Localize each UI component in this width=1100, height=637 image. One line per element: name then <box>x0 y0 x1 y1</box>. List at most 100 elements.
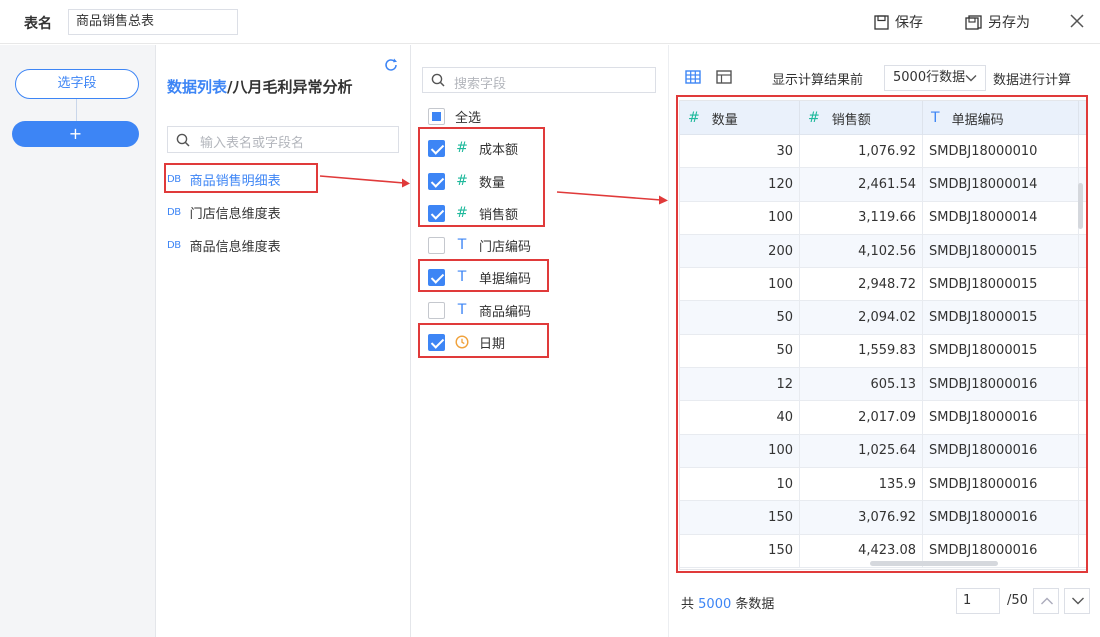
save-as-label: 另存为 <box>988 15 1030 31</box>
cell-doc-code: SMDBJ18000015 <box>923 334 1079 368</box>
field-row-doc-code[interactable]: T 单据编码 <box>428 265 531 289</box>
cell-doc-code: SMDBJ18000015 <box>923 234 1079 268</box>
field-label: 成本额 <box>479 142 519 158</box>
select-fields-step[interactable]: 选字段 <box>15 69 139 99</box>
cell-quantity: 100 <box>680 268 800 301</box>
add-step-button[interactable]: + <box>12 121 139 147</box>
text-type-icon: T <box>931 110 940 126</box>
page-up-button[interactable] <box>1033 588 1059 614</box>
refresh-icon[interactable] <box>383 57 399 73</box>
save-button[interactable]: 保存 <box>874 12 923 32</box>
field-search-input[interactable]: 搜索字段 <box>422 67 656 93</box>
cell-doc-code: SMDBJ18000010 <box>923 135 1079 168</box>
record-count-suffix: 条数据 <box>735 597 775 612</box>
table-item-sales-detail[interactable]: DB 商品销售明细表 <box>167 166 281 192</box>
field-checkbox[interactable] <box>428 333 445 351</box>
search-icon <box>176 133 190 147</box>
field-checkbox[interactable] <box>428 268 445 286</box>
table-row: 150 3,076.92 SMDBJ18000016 <box>680 501 1086 535</box>
cell-doc-code: SMDBJ18000014 <box>923 168 1079 201</box>
cell-sales: 605.13 <box>800 368 923 401</box>
chevron-down-icon <box>965 75 977 82</box>
field-row-date[interactable]: 日期 <box>428 330 505 354</box>
row-count-select[interactable]: 5000行数据 <box>884 65 986 91</box>
number-type-icon: # <box>456 140 468 156</box>
cell-doc-code: SMDBJ18000016 <box>923 467 1079 501</box>
field-search-placeholder: 搜索字段 <box>454 77 507 92</box>
table-row: 40 2,017.09 SMDBJ18000016 <box>680 401 1086 435</box>
field-row-quantity[interactable]: # 数量 <box>428 169 505 193</box>
cell-quantity: 12 <box>680 368 800 401</box>
field-row-product-code[interactable]: T 商品编码 <box>428 298 531 322</box>
cell-doc-code: SMDBJ18000016 <box>923 368 1079 401</box>
cell-quantity: 30 <box>680 135 800 168</box>
column-header-label: 销售额 <box>831 112 871 128</box>
save-icon <box>874 14 889 30</box>
number-type-icon: # <box>456 205 468 221</box>
save-as-button[interactable]: 另存为 <box>965 12 1030 32</box>
table-row: 50 1,559.83 SMDBJ18000015 <box>680 334 1086 369</box>
data-list-title: 数据列表/八月毛利异常分析 <box>167 76 353 97</box>
save-as-icon <box>965 14 982 30</box>
cell-quantity: 10 <box>680 467 800 501</box>
field-checkbox[interactable] <box>428 172 445 190</box>
number-type-icon: # <box>808 110 820 126</box>
field-row-store-code[interactable]: T 门店编码 <box>428 233 531 257</box>
field-label: 日期 <box>479 336 506 352</box>
cell-sales: 1,559.83 <box>800 334 923 368</box>
table-item-store-dimension[interactable]: DB 门店信息维度表 <box>167 199 281 225</box>
column-header-sales[interactable]: # 销售额 <box>800 101 923 135</box>
data-list-panel: 数据列表/八月毛利异常分析 输入表名或字段名 DB 商品销售明细表 DB 门店信… <box>157 45 411 637</box>
field-checkbox[interactable] <box>428 301 445 319</box>
cell-doc-code: SMDBJ18000014 <box>923 201 1079 234</box>
cell-sales: 135.9 <box>800 467 923 501</box>
cell-quantity: 120 <box>680 168 800 201</box>
folder-name: 八月毛利异常分析 <box>232 78 353 96</box>
grid-view-icon[interactable] <box>684 68 702 86</box>
table-header: # 数量 # 销售额 T 单据编码 <box>680 101 1086 135</box>
cell-sales: 4,102.56 <box>800 234 923 268</box>
chevron-down-icon <box>1072 597 1084 605</box>
number-type-icon: # <box>688 110 700 126</box>
cell-quantity: 150 <box>680 534 800 567</box>
field-label: 商品编码 <box>479 304 532 320</box>
cell-quantity: 100 <box>680 434 800 467</box>
field-checkbox[interactable] <box>428 236 445 254</box>
data-list-link[interactable]: 数据列表 <box>167 78 227 96</box>
field-row-sales[interactable]: # 销售额 <box>428 201 518 225</box>
cell-quantity: 100 <box>680 201 800 234</box>
field-checkbox[interactable] <box>428 204 445 222</box>
page-total: /50 <box>1007 593 1028 608</box>
text-type-icon: T <box>457 302 467 318</box>
page-input[interactable]: 1 <box>956 588 1000 614</box>
table-item-product-dimension[interactable]: DB 商品信息维度表 <box>167 232 281 258</box>
table-view-icon[interactable] <box>715 68 733 86</box>
show-result-label: 显示计算结果前 <box>772 73 864 88</box>
row-count-value: 5000 <box>893 70 927 85</box>
table-search-input[interactable]: 输入表名或字段名 <box>167 126 399 153</box>
table-name-input[interactable]: 商品销售总表 <box>68 9 238 35</box>
table-item-label: 门店信息维度表 <box>189 206 281 222</box>
horizontal-scrollbar[interactable] <box>870 561 998 566</box>
column-header-doc-code[interactable]: T 单据编码 <box>923 101 1079 135</box>
table-row: 100 2,948.72 SMDBJ18000015 <box>680 268 1086 302</box>
page-down-button[interactable] <box>1064 588 1090 614</box>
vertical-scrollbar[interactable] <box>1078 183 1083 229</box>
table-body: 30 1,076.92 SMDBJ18000010 120 2,461.54 SMDBJ1… <box>680 135 1086 568</box>
select-all-checkbox[interactable] <box>428 107 445 125</box>
field-label: 单据编码 <box>479 271 532 287</box>
select-all-row[interactable]: 全选 <box>428 104 481 128</box>
cell-quantity: 40 <box>680 401 800 434</box>
column-header-quantity[interactable]: # 数量 <box>680 101 800 135</box>
clock-icon <box>455 335 469 349</box>
database-icon: DB <box>167 239 181 251</box>
record-count-value: 5000 <box>698 597 732 612</box>
field-checkbox[interactable] <box>428 139 445 157</box>
close-icon[interactable] <box>1068 12 1086 30</box>
cell-doc-code: SMDBJ18000016 <box>923 434 1079 467</box>
cell-sales: 2,461.54 <box>800 168 923 201</box>
table-row: 100 1,025.64 SMDBJ18000016 <box>680 434 1086 468</box>
step-rail: 选字段 + <box>0 45 156 637</box>
select-all-label: 全选 <box>455 110 482 126</box>
field-row-cost[interactable]: # 成本额 <box>428 136 518 160</box>
